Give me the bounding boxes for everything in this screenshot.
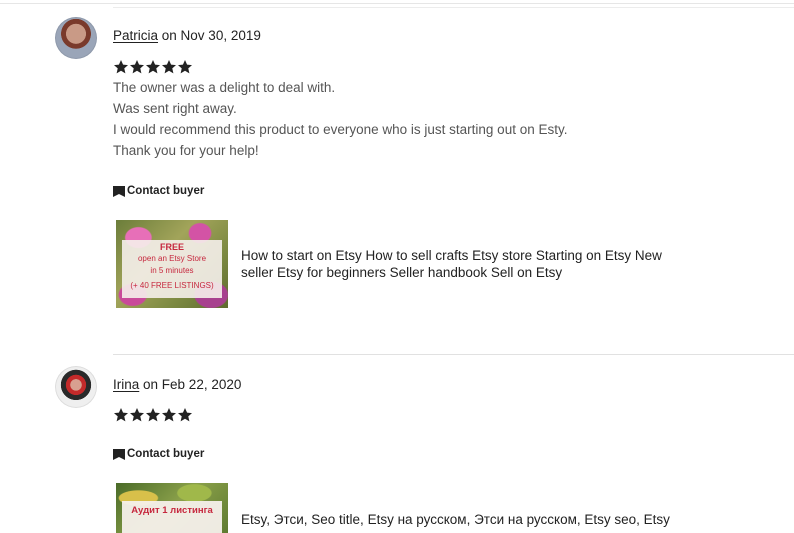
contact-buyer-label: Contact buyer: [127, 448, 205, 460]
review-divider: [113, 354, 794, 355]
reviewer-avatar[interactable]: [55, 366, 97, 408]
thumbnail-overlay-text: Аудит 1 листинга: [122, 501, 222, 533]
star-icon: [114, 60, 128, 74]
review-line: I would recommend this product to everyo…: [113, 122, 568, 137]
contact-buyer-button[interactable]: Contact buyer: [113, 185, 204, 197]
thumb-line: FREE: [159, 242, 184, 252]
listing-thumbnail[interactable]: FREE open an Etsy Store in 5 minutes (+ …: [116, 220, 228, 308]
envelope-flag-icon: [113, 448, 125, 460]
listing-title-link[interactable]: How to start on Etsy How to sell crafts …: [241, 247, 681, 281]
review-line: The owner was a delight to deal with.: [113, 80, 336, 95]
star-icon: [162, 60, 176, 74]
reviewer-avatar[interactable]: [55, 17, 97, 59]
thumbnail-overlay-text: FREE open an Etsy Store in 5 minutes (+ …: [122, 240, 222, 298]
review-date: Feb 22, 2020: [161, 377, 242, 392]
listing-title-link[interactable]: Etsy, Этси, Seo title, Etsy на русском, …: [241, 511, 681, 528]
reviewer-name-link[interactable]: Irina: [113, 377, 139, 392]
star-icon: [114, 408, 128, 422]
review-meta: Patricia on Nov 30, 2019: [113, 28, 261, 43]
contact-buyer-button[interactable]: Contact buyer: [113, 448, 204, 460]
thumb-line: open an Etsy Store: [137, 254, 207, 263]
contact-buyer-label: Contact buyer: [127, 185, 205, 197]
date-prefix: on: [158, 28, 181, 43]
star-icon: [162, 408, 176, 422]
thumb-line: in 5 minutes: [150, 266, 194, 275]
star-icon: [130, 60, 144, 74]
star-icon: [178, 60, 192, 74]
review-line: Thank you for your help!: [113, 143, 259, 158]
star-icon: [146, 408, 160, 422]
review-text: The owner was a delight to deal with. Wa…: [113, 77, 567, 161]
review-meta: Irina on Feb 22, 2020: [113, 377, 241, 392]
listing-thumbnail[interactable]: Аудит 1 листинга: [116, 483, 228, 533]
star-icon: [178, 408, 192, 422]
reviewer-name-link[interactable]: Patricia: [113, 28, 158, 43]
star-icon: [146, 60, 160, 74]
review-date: Nov 30, 2019: [180, 28, 261, 43]
star-icon: [130, 408, 144, 422]
star-rating: [113, 407, 193, 425]
star-rating: [113, 59, 193, 77]
top-divider: [0, 3, 794, 4]
review-line: Was sent right away.: [113, 101, 237, 116]
top-divider-inner: [113, 7, 794, 8]
thumb-line: (+ 40 FREE LISTINGS): [130, 281, 214, 290]
envelope-flag-icon: [113, 185, 125, 197]
date-prefix: on: [139, 377, 162, 392]
